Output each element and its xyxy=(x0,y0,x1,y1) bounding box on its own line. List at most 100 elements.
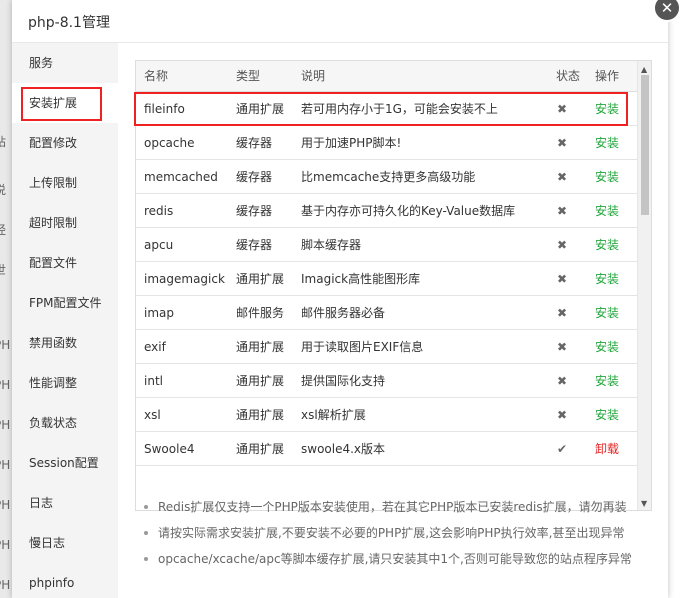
sidebar-menu: 服务 安装扩展 配置修改 上传限制 超时限制 配置文件 FPM配置文件 禁用函数 性能调整 负载状… xyxy=(12,43,118,598)
help-note: Redis扩展仅支持一个PHP版本安装使用，若在其它PHP版本已安装redis扩… xyxy=(142,494,662,520)
cross-icon: ✖ xyxy=(557,170,568,184)
help-notes: Redis扩展仅支持一个PHP版本安装使用，若在其它PHP版本已安装redis扩… xyxy=(142,494,662,572)
help-note: 请按实际需求安装扩展,不要安装不必要的PHP扩展,这会影响PHP执行效率,甚至出… xyxy=(142,520,662,546)
ext-type: 通用扩展 xyxy=(236,374,285,388)
background-text: PH xyxy=(0,498,11,512)
header-name: 名称 xyxy=(144,69,169,83)
header-type: 类型 xyxy=(236,69,261,83)
ext-type: 缓存器 xyxy=(236,136,273,150)
ext-desc: 提供国际化支持 xyxy=(301,374,386,388)
ext-type: 缓存器 xyxy=(236,170,273,184)
sidebar-item[interactable]: 安装扩展 xyxy=(12,83,118,123)
ext-type: 缓存器 xyxy=(236,238,273,252)
background-text: 站 xyxy=(0,135,7,149)
install-link[interactable]: 安装 xyxy=(595,262,619,296)
ext-name: imap xyxy=(144,306,174,320)
ext-name: opcache xyxy=(144,136,195,150)
background-text: PH xyxy=(0,458,11,472)
table-body: fileinfo 通用扩展 若可用内存小于1G，可能会安装不上 ✖ 安装 opcache 缓… xyxy=(136,92,639,510)
sidebar-item[interactable]: Session配置 xyxy=(12,443,118,483)
background-text: PH xyxy=(0,578,11,592)
sidebar-item[interactable]: phpinfo xyxy=(12,563,118,598)
ext-desc: 脚本缓存器 xyxy=(301,238,362,252)
install-link[interactable]: 安装 xyxy=(595,92,619,126)
sidebar-item[interactable]: FPM配置文件 xyxy=(12,283,118,323)
ext-desc: 基于内存亦可持久化的Key-Value数据库 xyxy=(301,204,516,218)
cross-icon: ✖ xyxy=(557,340,568,354)
table-row: fileinfo 通用扩展 若可用内存小于1G，可能会安装不上 ✖ 安装 xyxy=(136,92,639,126)
table-row: Swoole4 通用扩展 swoole4.x版本 ✔ 卸载 xyxy=(136,432,639,466)
table-row: opcache 缓存器 用于加速PHP脚本! ✖ 安装 xyxy=(136,126,639,160)
background-text: PH xyxy=(0,338,11,352)
uninstall-link[interactable]: 卸载 xyxy=(595,432,619,466)
dialog-title: php-8.1管理 xyxy=(28,15,110,31)
ext-type: 通用扩展 xyxy=(236,102,285,116)
cross-icon: ✖ xyxy=(557,306,568,320)
ext-name: intl xyxy=(144,374,163,388)
scroll-thumb[interactable] xyxy=(641,75,649,215)
ext-name: exif xyxy=(144,340,166,354)
sidebar-item[interactable]: 性能调整 xyxy=(12,363,118,403)
table-row: memcached 缓存器 比memcache支持更多高级功能 ✖ 安装 xyxy=(136,160,639,194)
table-row: xsl 通用扩展 xsl解析扩展 ✖ 安装 xyxy=(136,398,639,432)
table-header: 名称 类型 说明 状态 操作 xyxy=(136,61,639,92)
table-row: imap 邮件服务 邮件服务器必备 ✖ 安装 xyxy=(136,296,639,330)
extensions-content: 名称 类型 说明 状态 操作 fileinfo 通用扩展 若可用内存小于1G，可能会… xyxy=(118,43,668,598)
check-icon: ✔ xyxy=(557,442,568,456)
dialog-titlebar: php-8.1管理 xyxy=(12,0,668,43)
background-text: 经 xyxy=(0,223,7,237)
sidebar-item[interactable]: 超时限制 xyxy=(12,203,118,243)
table-scrollbar[interactable]: ▲ ▼ xyxy=(637,61,651,510)
extensions-table: 名称 类型 说明 状态 操作 fileinfo 通用扩展 若可用内存小于1G，可能会… xyxy=(135,60,652,511)
cross-icon: ✖ xyxy=(557,102,568,116)
install-link[interactable]: 安装 xyxy=(595,398,619,432)
table-row: exif 通用扩展 用于读取图片EXIF信息 ✖ 安装 xyxy=(136,330,639,364)
ext-name: apcu xyxy=(144,238,174,252)
sidebar-item[interactable]: 配置文件 xyxy=(12,243,118,283)
ext-type: 通用扩展 xyxy=(236,272,285,286)
header-desc: 说明 xyxy=(301,69,326,83)
ext-desc: 用于读取图片EXIF信息 xyxy=(301,340,424,354)
help-note: opcache/xcache/apc等脚本缓存扩展,请只安装其中1个,否则可能导… xyxy=(142,546,662,572)
install-link[interactable]: 安装 xyxy=(595,126,619,160)
ext-desc: 用于加速PHP脚本! xyxy=(301,136,402,150)
ext-desc: 若可用内存小于1G，可能会安装不上 xyxy=(301,102,498,116)
ext-name: xsl xyxy=(144,408,161,422)
ext-desc: 比memcache支持更多高级功能 xyxy=(301,170,476,184)
sidebar-item[interactable]: 禁用函数 xyxy=(12,323,118,363)
background-text: PH xyxy=(0,378,11,392)
php-manage-dialog: php-8.1管理 服务 安装扩展 配置修改 上传限制 超时限制 配置文件 FPM配置文件禁… xyxy=(12,0,668,598)
table-row: apcu 缓存器 脚本缓存器 ✖ 安装 xyxy=(136,228,639,262)
sidebar-item[interactable]: 负载状态 xyxy=(12,403,118,443)
cross-icon: ✖ xyxy=(557,272,568,286)
table-row: redis 缓存器 基于内存亦可持久化的Key-Value数据库 ✖ 安装 xyxy=(136,194,639,228)
install-link[interactable]: 安装 xyxy=(595,160,619,194)
ext-name: imagemagick xyxy=(144,272,225,286)
table-row: imagemagick 通用扩展 Imagick高性能图形库 ✖ 安装 xyxy=(136,262,639,296)
install-link[interactable]: 安装 xyxy=(595,194,619,228)
ext-desc: swoole4.x版本 xyxy=(301,442,386,456)
sidebar-item[interactable]: 上传限制 xyxy=(12,163,118,203)
background-text: 说 xyxy=(0,183,7,197)
sidebar-item[interactable]: 日志 xyxy=(12,483,118,523)
sidebar-item[interactable]: 慢日志 xyxy=(12,523,118,563)
cross-icon: ✖ xyxy=(557,204,568,218)
background-text: PH xyxy=(0,538,11,552)
ext-name: memcached xyxy=(144,170,218,184)
ext-type: 通用扩展 xyxy=(236,340,285,354)
ext-type: 缓存器 xyxy=(236,204,273,218)
install-link[interactable]: 安装 xyxy=(595,296,619,330)
ext-type: 通用扩展 xyxy=(236,408,285,422)
background-page-strip: 站说经世 PH PH PH PH PH PH PH xyxy=(0,0,12,598)
scroll-up-icon[interactable]: ▲ xyxy=(641,65,647,74)
dialog-close-button[interactable]: ✕ xyxy=(653,0,680,22)
install-link[interactable]: 安装 xyxy=(595,364,619,398)
ext-name: redis xyxy=(144,204,174,218)
sidebar-item[interactable]: 配置修改 xyxy=(12,123,118,163)
background-text: 世 xyxy=(0,263,7,277)
install-link[interactable]: 安装 xyxy=(595,228,619,262)
cross-icon: ✖ xyxy=(557,374,568,388)
install-link[interactable]: 安装 xyxy=(595,330,619,364)
cross-icon: ✖ xyxy=(557,136,568,150)
sidebar-item[interactable]: 服务 xyxy=(12,43,118,83)
